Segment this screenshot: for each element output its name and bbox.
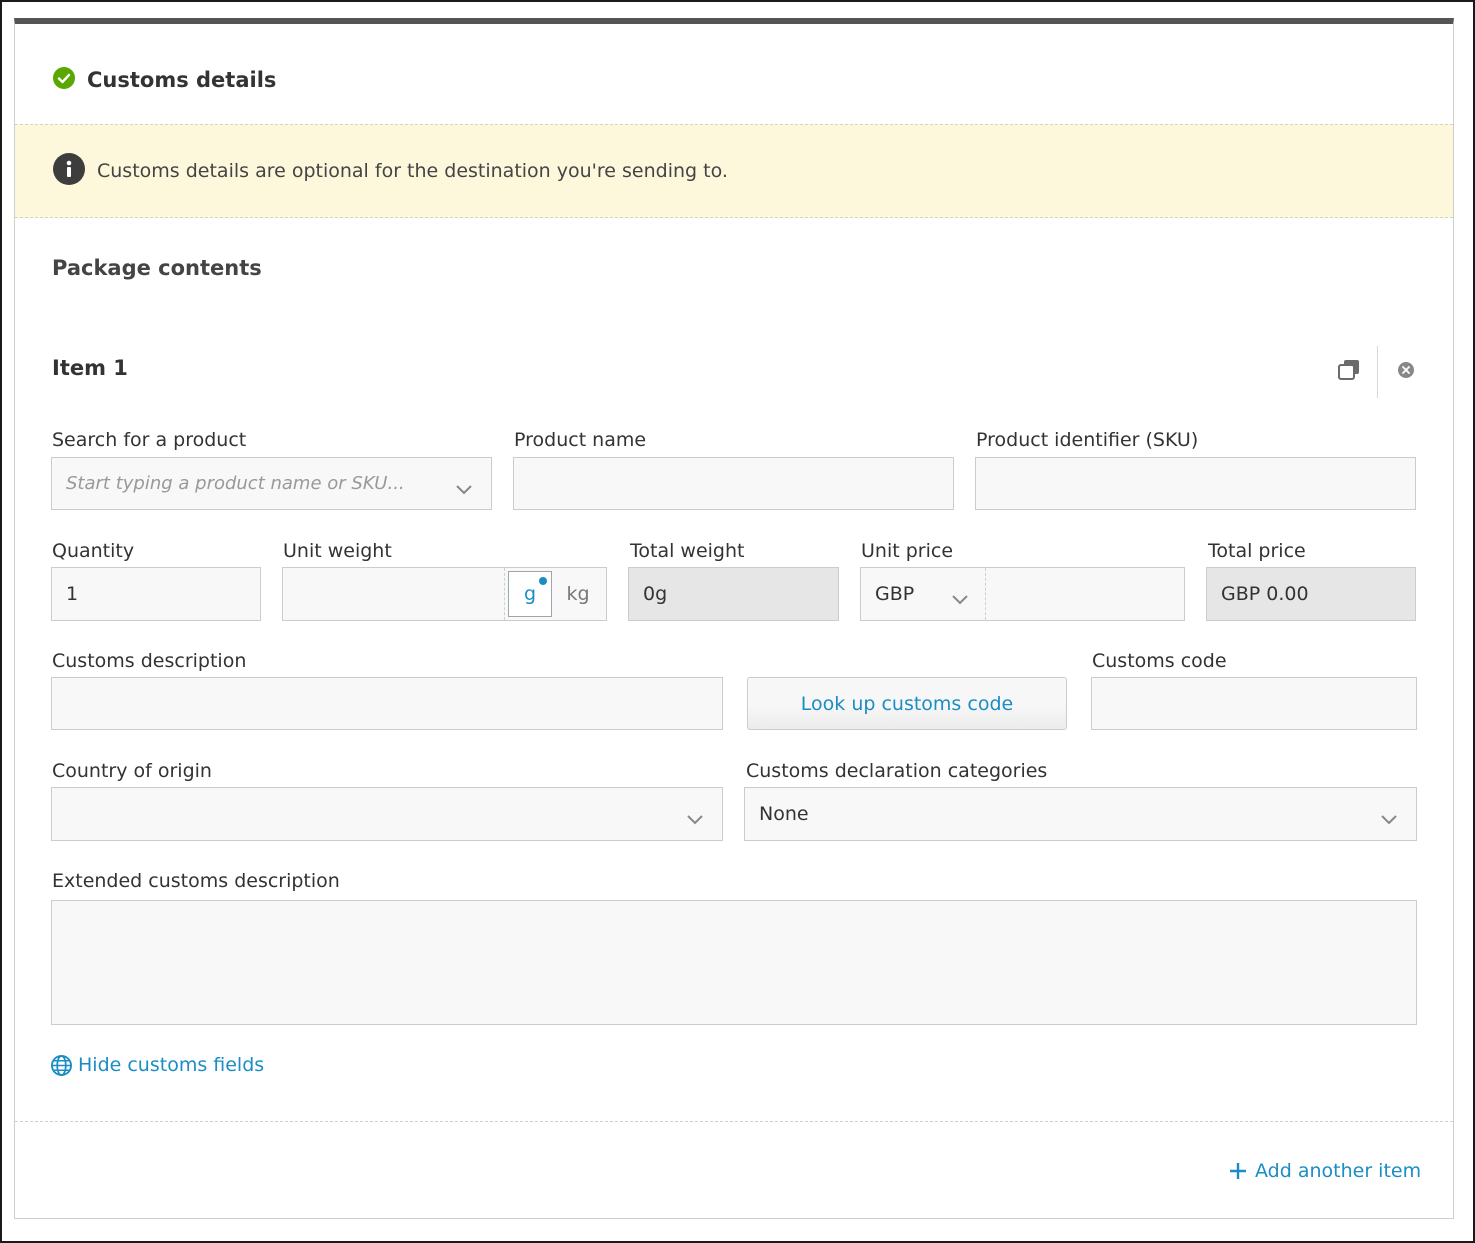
notice-text: Customs details are optional for the des…: [97, 160, 728, 182]
currency-select[interactable]: GBP: [861, 568, 985, 620]
duplicate-icon: [1338, 359, 1360, 385]
unit-kg-option[interactable]: kg: [552, 583, 604, 605]
extended-description-textarea[interactable]: [51, 900, 1417, 1025]
duplicate-item-button[interactable]: [1325, 348, 1373, 396]
declaration-categories-select[interactable]: None: [744, 787, 1417, 841]
country-of-origin-label: Country of origin: [52, 760, 212, 782]
quantity-label: Quantity: [52, 540, 135, 562]
item-actions: [1325, 346, 1430, 398]
remove-item-button[interactable]: [1382, 348, 1430, 396]
sku-field[interactable]: [975, 457, 1416, 510]
total-price-label: Total price: [1208, 540, 1306, 562]
total-weight-value: 0g: [643, 583, 668, 605]
unit-weight-label: Unit weight: [283, 540, 392, 562]
declaration-categories-label: Customs declaration categories: [746, 760, 1048, 782]
search-product-label: Search for a product: [52, 429, 247, 451]
add-another-item-link[interactable]: Add another item: [1229, 1160, 1421, 1182]
product-name-label: Product name: [514, 429, 647, 451]
chevron-down-icon: [686, 808, 704, 830]
add-another-item-label: Add another item: [1255, 1160, 1422, 1182]
total-weight-label: Total weight: [630, 540, 745, 562]
chevron-down-icon: [1380, 808, 1398, 830]
globe-icon: [51, 1054, 72, 1076]
info-icon: [53, 153, 85, 189]
actions-divider: [1377, 346, 1378, 398]
extended-description-label: Extended customs description: [52, 870, 340, 892]
package-contents-heading: Package contents: [52, 256, 262, 280]
customs-code-field[interactable]: [1091, 677, 1417, 730]
lookup-customs-code-button[interactable]: Look up customs code: [747, 677, 1067, 730]
customs-description-field[interactable]: [51, 677, 723, 730]
check-circle-icon: [53, 67, 75, 93]
declaration-categories-value: None: [759, 803, 809, 825]
weight-unit-toggle: g kg: [504, 568, 604, 620]
search-placeholder: Start typing a product name or SKU...: [66, 473, 405, 494]
item-title: Item 1: [52, 356, 128, 380]
unit-g-label: g: [523, 583, 537, 605]
currency-value: GBP: [875, 583, 915, 605]
selected-dot-icon: [539, 577, 547, 585]
chevron-down-icon: [455, 478, 473, 500]
quantity-field[interactable]: 1: [51, 567, 261, 621]
hide-customs-fields-link[interactable]: Hide customs fields: [51, 1054, 264, 1076]
product-name-field[interactable]: [513, 457, 954, 510]
unit-price-label: Unit price: [861, 540, 954, 562]
panel-title: Customs details: [87, 68, 277, 92]
country-of-origin-select[interactable]: [51, 787, 723, 841]
sku-label: Product identifier (SKU): [976, 429, 1199, 451]
unit-weight-field[interactable]: g kg: [282, 567, 607, 621]
plus-icon: [1229, 1162, 1247, 1180]
customs-code-label: Customs code: [1092, 650, 1227, 672]
unit-g-option[interactable]: g: [508, 571, 552, 617]
panel-header: Customs details: [53, 62, 276, 98]
product-search-select[interactable]: Start typing a product name or SKU...: [51, 457, 492, 510]
total-price-field: GBP 0.00: [1206, 567, 1416, 621]
chevron-down-icon: [951, 588, 969, 610]
unit-price-field: GBP: [860, 567, 1185, 621]
total-price-value: GBP 0.00: [1221, 583, 1309, 605]
unit-kg-label: kg: [566, 583, 590, 605]
unit-price-input[interactable]: [986, 568, 1184, 620]
footer-divider: [15, 1121, 1453, 1122]
customs-description-label: Customs description: [52, 650, 247, 672]
total-weight-field: 0g: [628, 567, 839, 621]
quantity-value: 1: [66, 583, 79, 605]
customs-details-panel: Customs details Customs details are opti…: [14, 18, 1454, 1219]
info-notice: Customs details are optional for the des…: [15, 124, 1453, 218]
close-circle-icon: [1398, 362, 1414, 382]
hide-customs-fields-label: Hide customs fields: [78, 1054, 265, 1076]
